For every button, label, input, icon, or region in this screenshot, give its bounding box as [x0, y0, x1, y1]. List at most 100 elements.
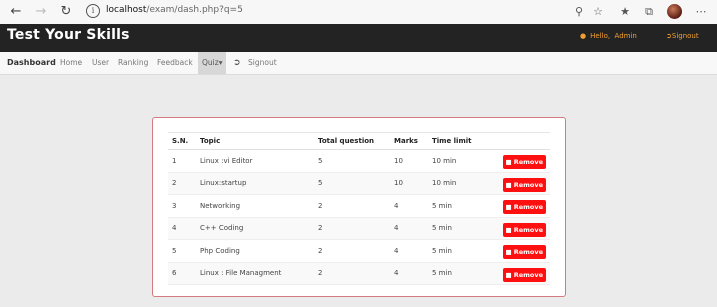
cell-topic: C++ Coding — [196, 217, 314, 240]
address-bar[interactable]: i localhost/exam/dash.php?q=5 — [80, 2, 610, 22]
trash-icon: ■ — [505, 248, 512, 257]
trash-icon: ■ — [505, 270, 512, 279]
remove-button[interactable]: ■ Remove — [502, 222, 546, 237]
site-header: Test Your Skills ● Hello, Admin ➲Signout — [0, 24, 717, 52]
cell-total-question: 2 — [314, 217, 390, 240]
nav-quiz-dropdown[interactable]: Quiz▾ — [198, 52, 227, 74]
quiz-table: S.N. Topic Total question Marks Time lim… — [168, 132, 550, 285]
remove-button[interactable]: ■ Remove — [502, 200, 546, 215]
cell-action: ■ Remove — [496, 149, 550, 173]
cell-time-limit: 5 min — [428, 239, 496, 263]
trash-icon: ■ — [505, 225, 512, 234]
user-name[interactable]: Admin — [615, 32, 637, 40]
cell-topic: Linux : File Managment — [196, 262, 314, 285]
cell-sn: 5 — [168, 239, 196, 263]
remove-label: Remove — [513, 270, 543, 279]
reload-icon[interactable]: ↻ — [58, 4, 74, 20]
table-row: 4 C++ Coding 2 4 5 min ■ Remove — [168, 217, 550, 240]
profile-avatar[interactable] — [667, 4, 682, 19]
greeting-text: Hello, — [590, 32, 611, 40]
trash-icon: ■ — [505, 180, 512, 189]
table-row: 3 Networking 2 4 5 min ■ Remove — [168, 194, 550, 218]
cell-topic: Php Coding — [196, 239, 314, 263]
back-arrow-icon[interactable]: ← — [8, 4, 24, 20]
cell-marks: 10 — [390, 149, 428, 173]
remove-label: Remove — [513, 225, 543, 234]
nav-feedback[interactable]: Feedback — [157, 52, 193, 74]
cell-marks: 4 — [390, 239, 428, 263]
cell-total-question: 5 — [314, 172, 390, 195]
cell-time-limit: 10 min — [428, 149, 496, 173]
header-signout-link[interactable]: ➲Signout — [666, 32, 699, 40]
cell-sn: 1 — [168, 149, 196, 173]
cell-total-question: 2 — [314, 194, 390, 218]
col-header-sn: S.N. — [168, 132, 196, 150]
col-header-topic: Topic — [196, 132, 314, 150]
nav-home[interactable]: Home — [60, 52, 82, 74]
cell-total-question: 2 — [314, 262, 390, 285]
cell-action: ■ Remove — [496, 172, 550, 195]
cell-topic: Linux:startup — [196, 172, 314, 195]
col-header-marks: Marks — [390, 132, 428, 150]
cell-time-limit: 5 min — [428, 217, 496, 240]
table-row: 6 Linux : File Managment 2 4 5 min ■ Remove — [168, 262, 550, 285]
cell-marks: 10 — [390, 172, 428, 195]
favorite-add-icon[interactable]: ☆ — [591, 5, 605, 19]
cell-time-limit: 5 min — [428, 194, 496, 218]
favorites-icon[interactable]: ★ — [618, 5, 632, 19]
cell-sn: 2 — [168, 172, 196, 195]
nav-ranking[interactable]: Ranking — [118, 52, 148, 74]
remove-button[interactable]: ■ Remove — [502, 267, 546, 282]
trash-icon: ■ — [505, 158, 512, 167]
site-info-icon[interactable]: i — [86, 4, 100, 18]
remove-label: Remove — [513, 203, 543, 212]
table-header-row: S.N. Topic Total question Marks Time lim… — [168, 132, 550, 150]
cell-action: ■ Remove — [496, 239, 550, 263]
cell-marks: 4 — [390, 262, 428, 285]
cell-action: ■ Remove — [496, 217, 550, 240]
user-greeting: ● Hello, Admin — [580, 32, 637, 40]
nav-signout-icon[interactable]: ➲ — [233, 52, 241, 74]
caret-down-icon: ▾ — [218, 58, 223, 67]
brand-title[interactable]: Test Your Skills — [7, 27, 130, 43]
remove-label: Remove — [513, 180, 543, 189]
cell-marks: 4 — [390, 217, 428, 240]
nav-quiz-label: Quiz — [202, 58, 219, 67]
table-row: 1 Linux :vi Editor 5 10 10 min ■ Remove — [168, 149, 550, 173]
collections-icon[interactable]: ⧉ — [642, 5, 656, 19]
cell-time-limit: 5 min — [428, 262, 496, 285]
cell-topic: Linux :vi Editor — [196, 149, 314, 173]
url-text[interactable]: localhost/exam/dash.php?q=5 — [106, 5, 243, 15]
cell-total-question: 2 — [314, 239, 390, 263]
main-nav: Dashboard Home User Ranking Feedback Qui… — [0, 52, 717, 75]
user-icon: ● — [580, 32, 587, 40]
cell-sn: 3 — [168, 194, 196, 218]
more-menu-icon[interactable]: ⋯ — [694, 5, 708, 19]
url-path: /exam/dash.php?q=5 — [146, 5, 243, 15]
remove-button[interactable]: ■ Remove — [502, 177, 546, 192]
nav-dashboard[interactable]: Dashboard — [7, 52, 56, 74]
cell-sn: 6 — [168, 262, 196, 285]
col-header-time: Time limit — [428, 132, 496, 150]
nav-signout[interactable]: Signout — [248, 52, 277, 74]
cell-topic: Networking — [196, 194, 314, 218]
table-row: 5 Php Coding 2 4 5 min ■ Remove — [168, 239, 550, 263]
browser-toolbar: ← → ↻ i localhost/exam/dash.php?q=5 ⚲ ☆ … — [0, 0, 717, 25]
col-header-total: Total question — [314, 132, 390, 150]
cell-action: ■ Remove — [496, 262, 550, 285]
remove-label: Remove — [513, 158, 543, 167]
forward-arrow-icon[interactable]: → — [33, 4, 49, 20]
cell-total-question: 5 — [314, 149, 390, 173]
col-header-action — [496, 132, 550, 150]
remove-label: Remove — [513, 248, 543, 257]
remove-button[interactable]: ■ Remove — [502, 245, 546, 260]
url-host: localhost — [106, 5, 147, 15]
zoom-icon[interactable]: ⚲ — [572, 5, 586, 19]
table-row: 2 Linux:startup 5 10 10 min ■ Remove — [168, 172, 550, 195]
trash-icon: ■ — [505, 203, 512, 212]
cell-sn: 4 — [168, 217, 196, 240]
nav-user[interactable]: User — [92, 52, 109, 74]
header-signout-label: Signout — [671, 32, 699, 40]
quiz-list-panel: S.N. Topic Total question Marks Time lim… — [152, 117, 566, 297]
remove-button[interactable]: ■ Remove — [502, 155, 546, 170]
